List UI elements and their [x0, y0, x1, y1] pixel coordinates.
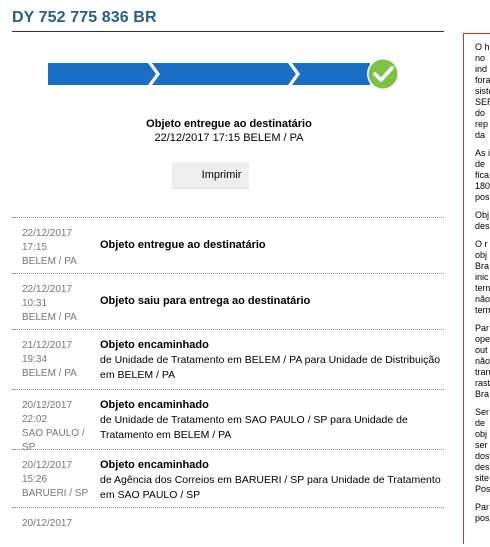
check-circle-icon [367, 58, 399, 90]
print-button[interactable]: Imprimir [171, 162, 249, 189]
tracking-event: 20/12/2017 [12, 507, 444, 547]
tracking-event: 20/12/2017 15:26 BARUERI / SP Objeto enc… [12, 449, 444, 507]
delivery-progress-bar [48, 58, 400, 90]
event-date: 20/12/2017 [22, 400, 73, 411]
event-date: 21/12/2017 [22, 340, 73, 351]
event-when-where: 20/12/2017 [22, 517, 100, 531]
sidebar-paragraph: O hnoindforasisteSERdorepda [475, 42, 490, 140]
event-status: Objeto encaminhado [100, 339, 209, 351]
event-date: 22/12/2017 [22, 284, 73, 295]
tracking-event: 22/12/2017 10:31 BELEM / PA Objeto saiu … [12, 273, 444, 329]
event-description: Objeto encaminhado de Unidade de Tratame… [100, 338, 444, 383]
tracking-events-list: 22/12/2017 17:15 BELEM / PA Objeto entre… [12, 217, 444, 547]
event-status: Objeto saiu para entrega ao destinatário [100, 295, 311, 307]
event-status: Objeto encaminhado [100, 399, 209, 411]
event-when-where: 22/12/2017 10:31 BELEM / PA [22, 283, 100, 325]
tracking-main-panel: DY 752 775 836 BR Objeto entregue ao des… [0, 0, 458, 544]
event-place: BARUERI / SP [22, 488, 89, 499]
event-time: 10:31 [22, 298, 48, 309]
event-when-where: 21/12/2017 19:34 BELEM / PA [22, 339, 100, 381]
delivery-summary: Objeto entregue ao destinatário 22/12/20… [0, 118, 458, 144]
progress-step-posted [48, 63, 156, 85]
sidebar-paragraph: Obj des [475, 210, 490, 231]
event-date: 22/12/2017 [22, 228, 73, 239]
event-date: 20/12/2017 [22, 460, 73, 471]
event-time: 22:02 [22, 414, 48, 425]
event-time: 17:15 [22, 242, 48, 253]
event-description: Objeto encaminhado de Agência dos Correi… [100, 458, 444, 503]
sidebar-paragraph: Ser de obj ser dos des site Pos [475, 407, 490, 494]
event-time: 19:34 [22, 354, 48, 365]
sidebar-paragraph: Par ope out não tran rast Bra [475, 323, 490, 399]
event-place: BELEM / PA [22, 312, 77, 323]
title-divider [12, 31, 444, 32]
tracking-code-title: DY 752 775 836 BR [12, 9, 157, 26]
tracking-event: 21/12/2017 19:34 BELEM / PA Objeto encam… [12, 329, 444, 389]
tracking-event: 22/12/2017 17:15 BELEM / PA Objeto entre… [12, 217, 444, 273]
event-status: Objeto encaminhado [100, 459, 209, 471]
event-place: BELEM / PA [22, 256, 77, 267]
progress-step-transit [152, 63, 296, 85]
event-when-where: 20/12/2017 15:26 BARUERI / SP [22, 459, 100, 501]
event-detail: de Agência dos Correios em BARUERI / SP … [100, 474, 441, 501]
sidebar-paragraph: Par pos [475, 502, 490, 523]
summary-status: Objeto entregue ao destinatário [146, 118, 312, 130]
event-when-where: 20/12/2017 22:02 SAO PAULO / SP [22, 399, 100, 455]
summary-time: 17:15 [212, 132, 241, 144]
tracking-event: 20/12/2017 22:02 SAO PAULO / SP Objeto e… [12, 389, 444, 453]
info-sidebar: O hnoindforasisteSERdorepda As idefica18… [463, 33, 490, 544]
event-status: Objeto entregue ao destinatário [100, 239, 266, 251]
summary-meta: 22/12/2017 17:15 BELEM / PA [0, 132, 458, 144]
event-description: Objeto encaminhado de Unidade de Tratame… [100, 398, 444, 443]
event-time: 15:26 [22, 474, 48, 485]
event-place: BELEM / PA [22, 368, 77, 379]
event-description: Objeto saiu para entrega ao destinatário [100, 282, 444, 309]
sidebar-paragraph: As i de fica 180 pos [475, 148, 490, 202]
summary-date: 22/12/2017 [154, 132, 210, 144]
progress-step-delivery [292, 63, 370, 85]
sidebar-paragraph: O robjBrainictermnãoterm [475, 239, 490, 315]
event-detail: de Unidade de Tratamento em SAO PAULO / … [100, 414, 408, 441]
progress-arrows [48, 58, 399, 90]
summary-location: BELEM / PA [243, 132, 304, 144]
event-description: Objeto entregue ao destinatário [100, 226, 444, 253]
event-date: 20/12/2017 [22, 518, 73, 529]
event-when-where: 22/12/2017 17:15 BELEM / PA [22, 227, 100, 269]
event-detail: de Unidade de Tratamento em BELEM / PA p… [100, 354, 441, 381]
